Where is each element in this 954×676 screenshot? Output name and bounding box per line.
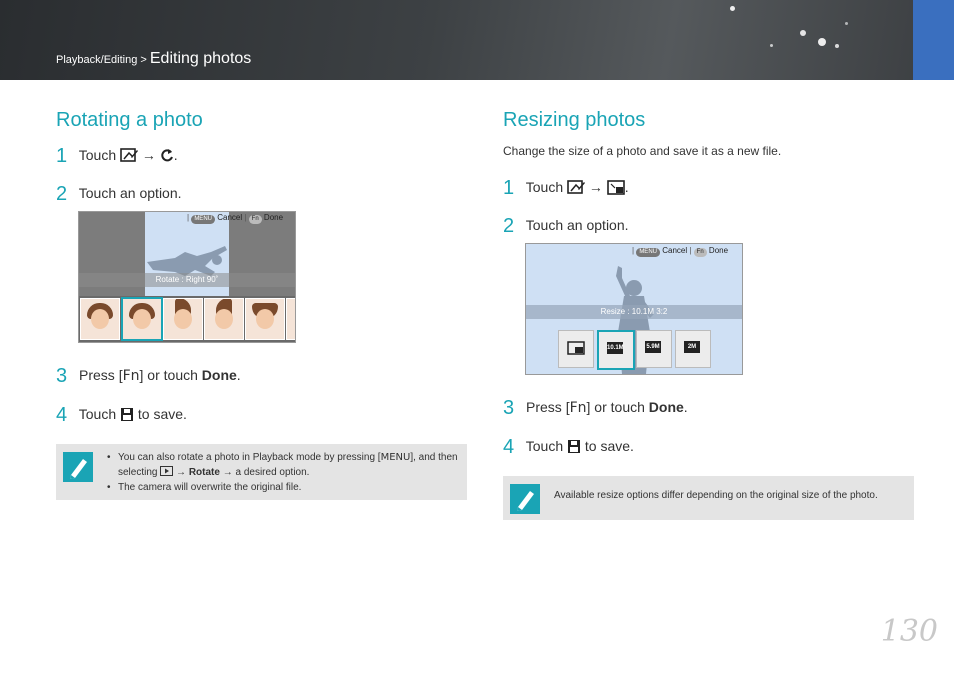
step-number: 1 bbox=[503, 177, 515, 199]
step-text: Press [ bbox=[526, 399, 570, 415]
resize-step-3: 3 Press [Fn] or touch Done. bbox=[503, 397, 688, 420]
resize-status-bar: Resize : 10.1M 3:2 bbox=[526, 305, 742, 319]
size-2m-icon: 2M bbox=[684, 341, 700, 353]
step-number: 1 bbox=[56, 145, 68, 167]
done-label: Done bbox=[201, 367, 237, 383]
playback-icon bbox=[160, 466, 174, 476]
chapter-tab[interactable] bbox=[913, 0, 954, 80]
step-text: to save. bbox=[584, 438, 634, 454]
sparkle-decoration bbox=[800, 30, 806, 36]
step-text: Touch bbox=[78, 406, 117, 422]
breadcrumb-parent[interactable]: Playback/Editing > bbox=[56, 54, 147, 66]
step-text: . bbox=[624, 179, 629, 195]
done-button[interactable]: Done bbox=[264, 213, 283, 222]
arrow-text: → bbox=[141, 147, 156, 163]
rotate-screen-topbar: | MENU Cancel | Fn Done bbox=[187, 213, 284, 224]
step-text: Touch an option. bbox=[78, 185, 182, 201]
rotate-option-thumb[interactable] bbox=[163, 298, 203, 340]
edit-icon bbox=[567, 180, 586, 194]
resize-icon bbox=[567, 341, 585, 355]
note-item: The camera will overwrite the original f… bbox=[107, 480, 462, 495]
rotate-icon bbox=[161, 149, 173, 162]
page-header: Playback/Editing > Editing photos bbox=[0, 0, 954, 80]
cancel-button[interactable]: Cancel bbox=[217, 213, 242, 222]
rotate-option-thumb[interactable] bbox=[245, 298, 285, 340]
save-icon bbox=[121, 408, 134, 421]
step-text: . bbox=[683, 399, 688, 415]
size-5m-icon: 5.9M bbox=[645, 341, 661, 353]
step-text: Touch bbox=[525, 179, 564, 195]
step-number: 4 bbox=[503, 436, 515, 458]
edit-icon bbox=[120, 148, 139, 162]
menu-key-label: MENU bbox=[636, 248, 660, 257]
resize-option-5m[interactable]: 5.9M bbox=[636, 330, 672, 368]
note-text: Available resize options differ dependin… bbox=[554, 490, 878, 501]
step-number: 2 bbox=[503, 215, 515, 237]
step-text: ] or touch bbox=[139, 367, 198, 383]
rotate-status-bar: Rotate : Right 90˚ bbox=[79, 273, 295, 287]
rotate-option-thumb[interactable] bbox=[286, 298, 295, 340]
rotate-note-box: You can also rotate a photo in Playback … bbox=[56, 444, 467, 500]
rotate-option-thumb-selected[interactable] bbox=[121, 297, 163, 341]
resize-option-10m-selected[interactable]: 10.1M bbox=[597, 330, 635, 370]
done-label: Done bbox=[648, 399, 684, 415]
fn-key-label: Fn bbox=[569, 400, 587, 416]
save-icon bbox=[568, 440, 581, 453]
rotate-step-4: 4 Touch to save. bbox=[56, 404, 187, 427]
step-number: 3 bbox=[56, 365, 68, 387]
step-number: 2 bbox=[56, 183, 68, 205]
rotate-option-thumb[interactable] bbox=[204, 298, 244, 340]
rotate-step-2: 2 Touch an option. bbox=[56, 183, 182, 206]
sparkle-decoration bbox=[845, 22, 848, 25]
step-text: Touch bbox=[525, 438, 564, 454]
breadcrumb-current: Editing photos bbox=[149, 50, 252, 67]
note-list: You can also rotate a photo in Playback … bbox=[107, 450, 462, 495]
step-text: Press [ bbox=[79, 367, 123, 383]
resize-step-4: 4 Touch to save. bbox=[503, 436, 634, 459]
step-text: ] or touch bbox=[586, 399, 645, 415]
rotate-camera-screen: | MENU Cancel | Fn Done Rotate : Right 9… bbox=[78, 211, 296, 343]
arrow-text: → bbox=[588, 179, 603, 195]
step-text: . bbox=[173, 147, 178, 163]
rotate-step-3: 3 Press [Fn] or touch Done. bbox=[56, 365, 241, 388]
fn-key-label: Fn bbox=[248, 215, 262, 224]
sparkle-decoration bbox=[818, 38, 826, 46]
sparkle-decoration bbox=[770, 44, 773, 47]
resize-intro: Change the size of a photo and save it a… bbox=[503, 144, 782, 158]
step-text: Touch bbox=[78, 147, 117, 163]
resize-step-1: 1 Touch → . bbox=[503, 177, 629, 200]
step-text: to save. bbox=[137, 406, 187, 422]
sparkle-decoration bbox=[730, 6, 735, 11]
resize-section-title: Resizing photos bbox=[503, 109, 646, 131]
step-number: 4 bbox=[56, 404, 68, 426]
resize-camera-screen: | MENU Cancel | Fn Done Resize : 10.1M 3… bbox=[525, 243, 743, 375]
page-number: 130 bbox=[880, 614, 938, 649]
resize-note-box: Available resize options differ dependin… bbox=[503, 476, 914, 520]
step-text: . bbox=[236, 367, 241, 383]
size-10m-icon: 10.1M bbox=[607, 342, 624, 354]
sparkle-decoration bbox=[835, 44, 839, 48]
step-text: Touch an option. bbox=[525, 217, 629, 233]
resize-icon bbox=[606, 180, 625, 195]
resize-option-2m[interactable]: 2M bbox=[675, 330, 711, 368]
resize-screen-topbar: | MENU Cancel | Fn Done bbox=[632, 246, 729, 257]
fn-key-label: Fn bbox=[122, 368, 140, 384]
note-pencil-icon bbox=[510, 484, 540, 514]
breadcrumb: Playback/Editing > Editing photos bbox=[56, 50, 251, 68]
note-item: You can also rotate a photo in Playback … bbox=[107, 450, 462, 480]
menu-key-label: MENU bbox=[191, 215, 215, 224]
cancel-button[interactable]: Cancel bbox=[662, 246, 687, 255]
menu-key-label: MENU bbox=[380, 452, 411, 463]
resize-step-2: 2 Touch an option. bbox=[503, 215, 629, 238]
rotate-section-title: Rotating a photo bbox=[56, 109, 203, 131]
rotate-step-1: 1 Touch → . bbox=[56, 145, 178, 168]
rotate-option-thumb[interactable] bbox=[80, 298, 120, 340]
fn-key-label: Fn bbox=[693, 248, 707, 257]
resize-option-original[interactable] bbox=[558, 330, 594, 368]
step-number: 3 bbox=[503, 397, 515, 419]
done-button[interactable]: Done bbox=[709, 246, 728, 255]
note-pencil-icon bbox=[63, 452, 93, 482]
